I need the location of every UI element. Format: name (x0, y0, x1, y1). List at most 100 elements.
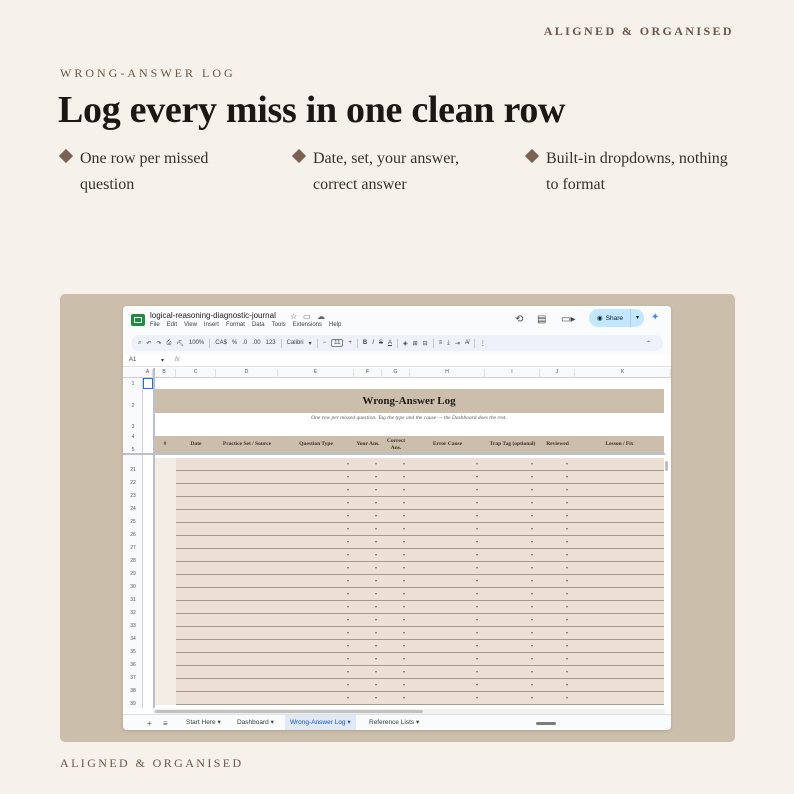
dropdown-chevron-icon[interactable]: ▾ (375, 565, 377, 570)
dropdown-chevron-icon[interactable]: ▾ (347, 565, 349, 570)
dropdown-chevron-icon[interactable]: ▾ (531, 630, 533, 635)
table-row[interactable]: ▾ ▾ ▾ ▾ ▾ ▾ (154, 471, 664, 484)
row-number[interactable]: 37 (123, 675, 143, 681)
dropdown-chevron-icon[interactable]: ▾ (375, 643, 377, 648)
all-sheets-icon[interactable]: ≡ (163, 719, 168, 728)
more-options-icon[interactable]: ⋮ (480, 340, 486, 347)
dropdown-chevron-icon[interactable]: ▾ (403, 630, 405, 635)
document-title[interactable]: logical-reasoning-diagnostic-journal (150, 311, 276, 320)
dropdown-chevron-icon[interactable]: ▾ (531, 578, 533, 583)
dropdown-chevron-icon[interactable]: ▾ (403, 617, 405, 622)
dropdown-chevron-icon[interactable]: ▾ (566, 474, 568, 479)
currency-button[interactable]: CA$ (215, 340, 227, 346)
dropdown-chevron-icon[interactable]: ▾ (566, 630, 568, 635)
dropdown-chevron-icon[interactable]: ▾ (566, 604, 568, 609)
row-index-cell[interactable] (154, 510, 176, 523)
dropdown-chevron-icon[interactable]: ▾ (531, 591, 533, 596)
dropdown-chevron-icon[interactable]: ▾ (566, 695, 568, 700)
number-format-button[interactable]: 123 (266, 340, 276, 346)
dropdown-chevron-icon[interactable]: ▾ (566, 682, 568, 687)
dropdown-chevron-icon[interactable]: ▾ (347, 630, 349, 635)
dropdown-chevron-icon[interactable]: ▾ (403, 591, 405, 596)
frozen-column-divider[interactable] (153, 368, 155, 708)
add-sheet-icon[interactable]: + (147, 719, 152, 728)
dropdown-chevron-icon[interactable]: ▾ (403, 500, 405, 505)
row-index-cell[interactable] (154, 523, 176, 536)
row-index-cell[interactable] (154, 484, 176, 497)
dropdown-chevron-icon[interactable]: ▾ (566, 656, 568, 661)
dropdown-chevron-icon[interactable]: ▾ (476, 500, 478, 505)
row-number[interactable]: 26 (123, 532, 143, 538)
font-select[interactable]: Calibri (287, 340, 304, 346)
dropdown-chevron-icon[interactable]: ▾ (403, 695, 405, 700)
table-row[interactable]: ▾ ▾ ▾ ▾ ▾ ▾ (154, 458, 664, 471)
dropdown-chevron-icon[interactable]: ▾ (375, 617, 377, 622)
video-call-icon[interactable]: ▭▸ (561, 314, 575, 325)
dropdown-chevron-icon[interactable]: ▾ (403, 578, 405, 583)
row-index-cell[interactable] (154, 497, 176, 510)
move-folder-icon[interactable]: ▭ (303, 312, 311, 321)
table-row[interactable]: ▾ ▾ ▾ ▾ ▾ ▾ (154, 536, 664, 549)
dropdown-chevron-icon[interactable]: ▾ (531, 474, 533, 479)
dropdown-chevron-icon[interactable]: ▾ (566, 500, 568, 505)
dropdown-chevron-icon[interactable]: ▾ (476, 591, 478, 596)
dropdown-chevron-icon[interactable]: ▾ (375, 539, 377, 544)
row-number[interactable]: 34 (123, 636, 143, 642)
tab-wrong-answer-log[interactable]: Wrong-Answer Log ▾ (285, 715, 356, 730)
menu-extensions[interactable]: Extensions (293, 322, 322, 328)
dropdown-chevron-icon[interactable]: ▾ (375, 669, 377, 674)
row-number[interactable]: 32 (123, 610, 143, 616)
frozen-row-divider[interactable] (123, 453, 665, 455)
dropdown-chevron-icon[interactable]: ▾ (566, 526, 568, 531)
tab-dashboard[interactable]: Dashboard ▾ (232, 715, 279, 730)
table-row[interactable]: ▾ ▾ ▾ ▾ ▾ ▾ (154, 614, 664, 627)
row-number[interactable]: 2 (123, 403, 143, 409)
dropdown-chevron-icon[interactable]: ▾ (347, 474, 349, 479)
dropdown-chevron-icon[interactable]: ▾ (403, 669, 405, 674)
zoom-select[interactable]: 100% (189, 340, 204, 346)
merge-cells-icon[interactable]: ⊟ (423, 340, 428, 347)
row-number[interactable]: 39 (123, 701, 143, 707)
column-header[interactable]: A (143, 369, 153, 378)
dropdown-chevron-icon[interactable]: ▾ (347, 487, 349, 492)
dropdown-chevron-icon[interactable]: ▾ (531, 669, 533, 674)
row-number[interactable]: 28 (123, 558, 143, 564)
dropdown-chevron-icon[interactable]: ▾ (347, 591, 349, 596)
tab-scroll-indicator[interactable] (536, 722, 556, 725)
dropdown-chevron-icon[interactable]: ▾ (531, 539, 533, 544)
dropdown-chevron-icon[interactable]: ▾ (566, 669, 568, 674)
share-button[interactable]: ◉ Share ▾ (589, 309, 644, 327)
dropdown-chevron-icon[interactable]: ▾ (375, 526, 377, 531)
dropdown-chevron-icon[interactable]: ▾ (347, 526, 349, 531)
dropdown-chevron-icon[interactable]: ▾ (531, 617, 533, 622)
row-index-cell[interactable] (154, 627, 176, 640)
dropdown-chevron-icon[interactable]: ▾ (375, 552, 377, 557)
column-header[interactable]: G (382, 369, 410, 378)
dropdown-chevron-icon[interactable]: ▾ (531, 500, 533, 505)
menu-tools[interactable]: Tools (272, 322, 286, 328)
dropdown-chevron-icon[interactable]: ▾ (375, 630, 377, 635)
decrease-decimal-button[interactable]: .0 (242, 340, 247, 346)
dropdown-chevron-icon[interactable]: ▾ (347, 682, 349, 687)
dropdown-chevron-icon[interactable]: ▾ (566, 513, 568, 518)
table-row[interactable]: ▾ ▾ ▾ ▾ ▾ ▾ (154, 679, 664, 692)
font-size-decrease[interactable]: − (323, 340, 327, 346)
dropdown-chevron-icon[interactable]: ▾ (375, 487, 377, 492)
dropdown-chevron-icon[interactable]: ▾ (566, 591, 568, 596)
gemini-icon[interactable]: ✦ (651, 312, 659, 323)
align-icon[interactable]: ≡ (439, 340, 443, 346)
dropdown-chevron-icon[interactable]: ▾ (347, 461, 349, 466)
undo-icon[interactable]: ↶ (146, 340, 151, 347)
table-row[interactable]: ▾ ▾ ▾ ▾ ▾ ▾ (154, 692, 664, 705)
menu-format[interactable]: Format (226, 322, 245, 328)
row-number[interactable]: 23 (123, 493, 143, 499)
dropdown-chevron-icon[interactable]: ▾ (476, 461, 478, 466)
row-number[interactable]: 1 (123, 381, 143, 387)
table-row[interactable]: ▾ ▾ ▾ ▾ ▾ ▾ (154, 523, 664, 536)
dropdown-chevron-icon[interactable]: ▾ (403, 643, 405, 648)
table-row[interactable]: ▾ ▾ ▾ ▾ ▾ ▾ (154, 497, 664, 510)
dropdown-chevron-icon[interactable]: ▾ (531, 461, 533, 466)
menu-data[interactable]: Data (252, 322, 265, 328)
font-size-input[interactable]: 11 (331, 339, 344, 347)
column-header[interactable]: I (485, 369, 540, 378)
